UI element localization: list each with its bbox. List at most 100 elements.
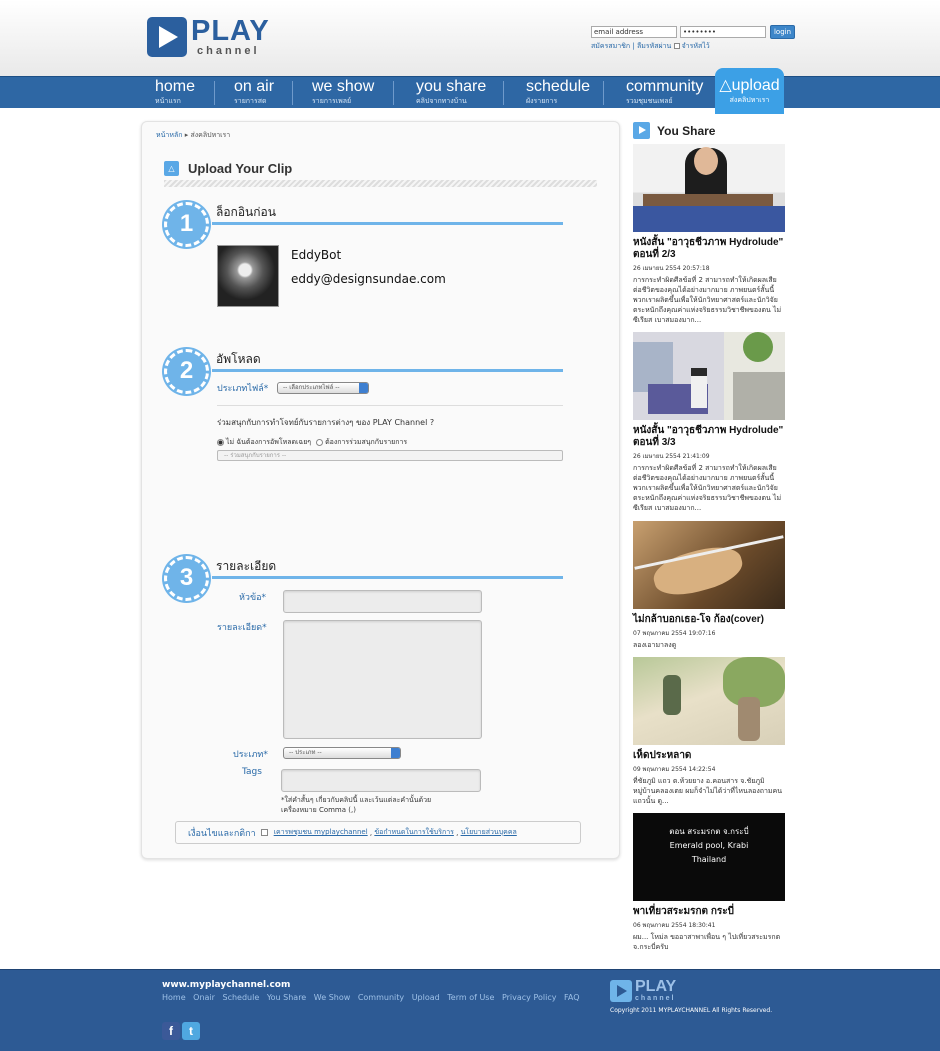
topic-label: หัวข้อ* [239,593,267,603]
user-name: EddyBot [291,248,342,262]
terms-box: เงื่อนไขและกติกา เคารพชุมชน myplaychanne… [175,821,581,844]
step-1-line [212,222,563,225]
main-nav: home หน้าแรก on air รายการสด we show ราย… [0,68,940,114]
footer-link-schedule[interactable]: Schedule [223,993,260,1002]
video-date: 26 เมษายน 2554 20:57:18 [633,265,710,272]
nav-community[interactable]: community รวมชุมชนเพลย์ [626,77,703,109]
radio-join-program[interactable] [316,439,324,446]
video-play-icon [633,122,650,139]
step-2-badge: 2 [164,349,209,394]
nav-we-show[interactable]: we show รายการเพลย์ [312,77,374,109]
email-input[interactable] [591,26,677,38]
video-thumbnail[interactable] [633,332,785,420]
video-item[interactable]: ไม่กล้าบอกเธอ-โจ ก้อง(cover) 07 พฤษภาคม … [633,521,785,650]
footer-link-you-share[interactable]: You Share [267,993,306,1002]
step-1-title: ล็อกอินก่อน [216,205,276,219]
file-type-select[interactable]: -- เลือกประเภทไฟล์ -- [277,382,369,394]
twitter-icon[interactable]: t [182,1022,200,1040]
video-item[interactable]: หนังสั้น "อาวุธชีวภาพ Hydrolude" ตอนที่ … [633,332,785,513]
play-channel-logo[interactable]: PLAY channel [147,17,270,57]
footer-link-privacy[interactable]: Privacy Policy [502,993,557,1002]
footer-link-onair[interactable]: Onair [193,993,215,1002]
upload-icon: △ [164,161,179,176]
footer-link-we-show[interactable]: We Show [314,993,351,1002]
nav-divider [214,81,215,105]
terms-of-service-link[interactable]: ข้อกำหนดในการใช้บริการ [374,827,454,838]
video-thumbnail[interactable] [633,144,785,232]
remember-label: จำรหัสไว้ [681,42,710,50]
thumbnail-caption: ตอน สระมรกต จ.กระบี่ [669,827,749,836]
password-input[interactable] [680,26,766,38]
thumbnail-caption: Emerald pool, Krabi [669,841,749,850]
login-button[interactable]: login [770,25,795,39]
title-divider [164,180,597,187]
footer-link-community[interactable]: Community [358,993,404,1002]
footer-link-home[interactable]: Home [162,993,186,1002]
video-title[interactable]: เห็ดประหลาด [633,750,785,762]
play-logo-icon [147,17,187,57]
category-select[interactable]: -- ประเภท -- [283,747,401,759]
challenge-question: ร่วมสนุกกับการทำโจทย์กับรายการต่างๆ ของ … [217,418,435,427]
video-title[interactable]: หนังสั้น "อาวุธชีวภาพ Hydrolude" ตอนที่ … [633,425,785,449]
terms-checkbox[interactable] [260,829,268,836]
video-item[interactable]: ตอน สระมรกต จ.กระบี่ Emerald pool, Krabi… [633,813,785,952]
tags-input[interactable] [281,769,481,792]
topic-input[interactable] [283,590,482,613]
footer-logo[interactable]: PLAY channel [610,979,676,1002]
step-1-badge: 1 [164,202,209,247]
nav-home[interactable]: home หน้าแรก [155,77,195,109]
video-date: 09 พฤษภาคม 2554 14:22:54 [633,766,716,773]
nav-divider [393,81,394,105]
detail-textarea[interactable] [283,620,482,739]
nav-on-air[interactable]: on air รายการสด [234,77,274,109]
video-thumbnail[interactable]: ตอน สระมรกต จ.กระบี่ Emerald pool, Krabi… [633,813,785,901]
register-link[interactable]: สมัครสมาชิก [591,42,630,50]
forgot-password-link[interactable]: ลืมรหัสผ่าน [637,42,671,50]
video-item[interactable]: หนังสั้น "อาวุธชีวภาพ Hydrolude" ตอนที่ … [633,144,785,325]
footer-links: Home Onair Schedule You Share We Show Co… [162,993,585,1002]
nav-divider [292,81,293,105]
video-title[interactable]: พาเที่ยวสระมรกต กระบี่ [633,906,785,918]
nav-divider [603,81,604,105]
tags-label: Tags [242,767,262,777]
community-rules-link[interactable]: เคารพชุมชน myplaychannel [274,827,368,838]
video-title[interactable]: ไม่กล้าบอกเธอ-โจ ก้อง(cover) [633,614,785,626]
video-description: ลองเอามาลงดู [633,641,677,649]
video-thumbnail[interactable] [633,657,785,745]
upload-arrow-icon: △ [719,77,732,94]
breadcrumb: หน้าหลัก ▸ ส่งคลิปหาเรา [156,130,230,141]
video-title[interactable]: หนังสั้น "อาวุธชีวภาพ Hydrolude" ตอนที่ … [633,237,785,261]
play-logo-icon [610,979,632,1002]
logo-subtext: channel [197,45,260,57]
breadcrumb-current: ส่งคลิปหาเรา [190,131,231,139]
remember-checkbox[interactable] [673,43,680,49]
nav-schedule[interactable]: schedule ผังรายการ [526,77,590,109]
nav-upload[interactable]: △upload ส่งคลิปหาเรา [715,68,784,114]
section-divider [217,405,563,406]
nav-you-share[interactable]: you share คลิปจากทางบ้าน [416,77,486,109]
video-item[interactable]: เห็ดประหลาด 09 พฤษภาคม 2554 14:22:54 ที่… [633,657,785,806]
footer-link-terms[interactable]: Term of Use [447,993,494,1002]
video-thumbnail[interactable] [633,521,785,609]
social-links: f t [162,1022,202,1040]
step-3-badge: 3 [164,556,209,601]
facebook-icon[interactable]: f [162,1022,180,1040]
site-header: PLAY channel login สมัครสมาชิก | ลืมรหัส… [0,0,940,76]
user-email: eddy@designsundae.com [291,272,446,286]
breadcrumb-home[interactable]: หน้าหลัก [156,131,182,139]
program-select[interactable]: -- ร่วมสนุกกับรายการ -- [217,450,563,461]
logo-text: PLAY [191,15,270,47]
footer-link-upload[interactable]: Upload [412,993,440,1002]
step-3-title: รายละเอียด [216,559,277,573]
video-date: 26 เมษายน 2554 21:41:09 [633,453,710,460]
video-description: ที่ชัยภูมิ แถว ต.ห้วยยาง อ.คอนสาร จ.ชัยภ… [633,777,782,805]
video-description: ผม... โหม่ล ขออาสาพาเพื่อน ๆ ไปเที่ยวสระ… [633,933,781,951]
radio-upload-only[interactable] [217,439,224,446]
radio-upload-only-label: ไม่ ฉันต้องการอัพโหลดเฉยๆ [226,438,312,446]
you-share-heading: You Share [633,122,715,139]
footer-link-faq[interactable]: FAQ [564,993,580,1002]
upload-panel: หน้าหลัก ▸ ส่งคลิปหาเรา △ Upload Your Cl… [141,121,620,859]
privacy-policy-link[interactable]: นโยบายส่วนบุคคล [461,827,517,838]
video-description: การกระทำผิดศีลข้อที่ 2 สามารถทำให้เกิดผล… [633,276,782,324]
step-2-title: อัพโหลด [216,352,261,366]
